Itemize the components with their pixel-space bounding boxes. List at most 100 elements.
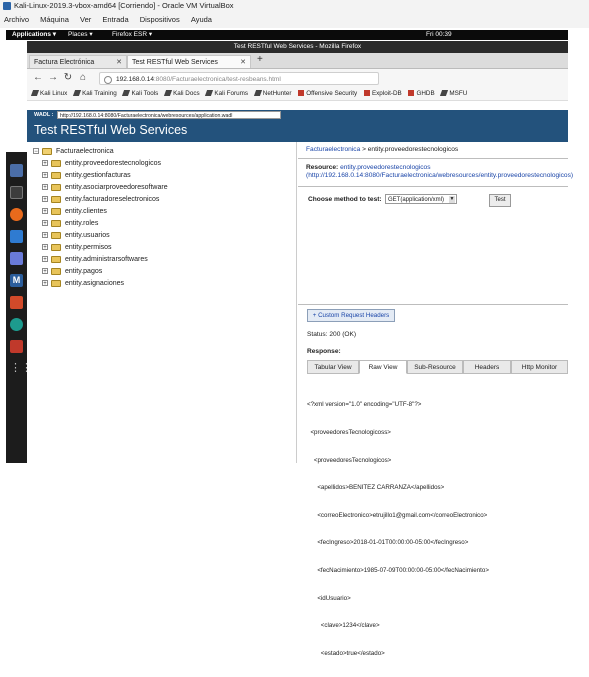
- bookmark-msfu[interactable]: MSFU: [440, 90, 467, 97]
- tab-http-monitor[interactable]: Http Monitor: [511, 360, 568, 374]
- bookmarks-toolbar: Kali Linux Kali Training Kali Tools Kali…: [27, 88, 568, 101]
- notes-icon[interactable]: [10, 252, 23, 265]
- info-icon[interactable]: [104, 76, 112, 84]
- divider: [298, 186, 568, 187]
- home-icon[interactable]: ⌂: [77, 72, 89, 83]
- folder-icon: [51, 208, 61, 215]
- resource-tree: − Facturaelectronica + entity.proveedores…: [27, 142, 297, 463]
- method-label: Choose method to test:: [308, 196, 382, 203]
- menu-maquina[interactable]: Máquina: [40, 15, 69, 24]
- divider: [298, 304, 568, 305]
- expand-icon[interactable]: +: [42, 244, 48, 251]
- back-icon[interactable]: ←: [32, 72, 44, 83]
- close-tab-icon[interactable]: ✕: [116, 56, 122, 69]
- folder-icon: [51, 220, 61, 227]
- url-bar[interactable]: 192.168.0.14:8080/Facturaelectronica/tes…: [99, 72, 379, 85]
- folder-icon: [51, 160, 61, 167]
- close-tab-icon[interactable]: ✕: [240, 56, 246, 69]
- response-status: Status: 200 (OK): [307, 331, 357, 338]
- menu-dispositivos[interactable]: Dispositivos: [140, 15, 180, 24]
- ghdb-icon: [408, 90, 415, 96]
- navigation-bar: ← → ↻ ⌂ 192.168.0.14:8080/Facturaelectro…: [27, 69, 568, 89]
- breadcrumb-root-link[interactable]: Facturaelectronica: [306, 146, 360, 153]
- folder-icon: [51, 232, 61, 239]
- resource-link[interactable]: entity.proveedorestecnologicos: [340, 164, 430, 171]
- eye-icon[interactable]: [10, 318, 23, 331]
- tab-tabular-view[interactable]: Tabular View: [307, 360, 359, 374]
- wadl-url-field[interactable]: http://192.168.0.14:8080/Facturaelectron…: [57, 111, 281, 119]
- expand-icon[interactable]: +: [42, 208, 48, 215]
- expand-icon[interactable]: +: [42, 220, 48, 227]
- test-button[interactable]: Test: [489, 194, 511, 207]
- files-icon[interactable]: [10, 164, 23, 177]
- method-select[interactable]: GET(application/xml) ▼: [385, 194, 457, 204]
- menu-entrada[interactable]: Entrada: [102, 15, 128, 24]
- custom-request-headers-button[interactable]: + Custom Request Headers: [307, 309, 395, 322]
- exploit-db-icon: [363, 90, 370, 96]
- tab-sub-resource[interactable]: Sub-Resource: [407, 360, 463, 374]
- firefox-app-menu[interactable]: Firefox ESR ▾: [112, 30, 152, 40]
- red-tool-icon[interactable]: [10, 340, 23, 353]
- xml-line: <proveedoresTecnologicoss>: [307, 429, 391, 437]
- menu-ver[interactable]: Ver: [80, 15, 91, 24]
- xml-line: <?xml version="1.0" encoding="UTF-8"?>: [307, 401, 422, 409]
- tab-factura-electronica[interactable]: Factura Electrónica ✕: [29, 55, 127, 68]
- tree-root-label: Facturaelectronica: [56, 148, 114, 155]
- tab-label: Factura Electrónica: [34, 59, 95, 66]
- bookmark-ghdb[interactable]: GHDB: [408, 90, 435, 97]
- expand-icon[interactable]: +: [42, 268, 48, 275]
- app-grid-icon[interactable]: ⋮⋮: [10, 362, 32, 375]
- tab-test-restful[interactable]: Test RESTful Web Services ✕: [127, 55, 251, 68]
- tab-raw-view[interactable]: Raw View: [359, 360, 407, 374]
- kali-icon: [205, 90, 214, 96]
- tab-headers[interactable]: Headers: [463, 360, 511, 374]
- bookmark-offensive-security[interactable]: Offensive Security: [298, 90, 357, 97]
- folder-icon: [51, 172, 61, 179]
- clock[interactable]: Fri 00:39: [426, 30, 452, 40]
- resource-url[interactable]: (http://192.168.0.14:8080/Facturaelectro…: [306, 172, 573, 180]
- resource-detail-panel: Facturaelectronica > entity.proveedorest…: [298, 142, 573, 657]
- bookmark-exploit-db[interactable]: Exploit-DB: [363, 90, 402, 97]
- places-menu[interactable]: Places ▾: [68, 30, 93, 40]
- bookmark-kali-training[interactable]: Kali Training: [72, 90, 117, 97]
- expand-icon[interactable]: +: [42, 232, 48, 239]
- folder-icon: [51, 280, 61, 287]
- forward-icon[interactable]: →: [47, 72, 59, 83]
- firefox-window-title: Test RESTful Web Services - Mozilla Fire…: [27, 41, 568, 53]
- vbox-title-bar: Kali-Linux-2019.3-vbox-amd64 [Corriendo]…: [0, 0, 589, 12]
- menu-archivo[interactable]: Archivo: [4, 15, 29, 24]
- expand-icon[interactable]: +: [42, 196, 48, 203]
- collapse-icon[interactable]: −: [33, 148, 39, 155]
- bookmark-kali-tools[interactable]: Kali Tools: [122, 90, 158, 97]
- kali-icon: [122, 90, 131, 96]
- burp-icon[interactable]: [10, 296, 23, 309]
- tab-label: Test RESTful Web Services: [132, 59, 218, 66]
- applications-menu[interactable]: Applications ▾: [12, 30, 56, 40]
- bookmark-nethunter[interactable]: NetHunter: [253, 90, 291, 97]
- xml-line: <fecIngreso>2018-01-01T00:00:00-05:00</f…: [307, 539, 469, 547]
- metasploit-icon[interactable]: M: [10, 274, 23, 287]
- menu-ayuda[interactable]: Ayuda: [191, 15, 212, 24]
- divider: [298, 158, 568, 159]
- expand-icon[interactable]: +: [42, 256, 48, 263]
- expand-icon[interactable]: +: [42, 160, 48, 167]
- vbox-window-title: Kali-Linux-2019.3-vbox-amd64 [Corriendo]…: [14, 1, 234, 10]
- url-path: :8080/Facturaelectronica/test-resbeans.h…: [153, 76, 281, 83]
- expand-icon[interactable]: +: [42, 280, 48, 287]
- wadl-label: WADL :: [34, 112, 54, 118]
- breadcrumb-current: > entity.proveedorestecnologicos: [360, 146, 459, 153]
- response-label: Response:: [307, 348, 341, 355]
- chat-icon[interactable]: [10, 230, 23, 243]
- open-folder-icon: [42, 148, 52, 155]
- firefox-icon[interactable]: [10, 208, 23, 221]
- folder-icon: [51, 256, 61, 263]
- terminal-icon[interactable]: [10, 186, 23, 199]
- expand-icon[interactable]: +: [42, 184, 48, 191]
- expand-icon[interactable]: +: [42, 172, 48, 179]
- bookmark-kali-forums[interactable]: Kali Forums: [205, 90, 248, 97]
- bookmark-kali-docs[interactable]: Kali Docs: [163, 90, 200, 97]
- kali-icon: [72, 90, 82, 96]
- new-tab-icon[interactable]: +: [257, 54, 263, 65]
- bookmark-kali-linux[interactable]: Kali Linux: [30, 90, 67, 97]
- reload-icon[interactable]: ↻: [62, 72, 74, 83]
